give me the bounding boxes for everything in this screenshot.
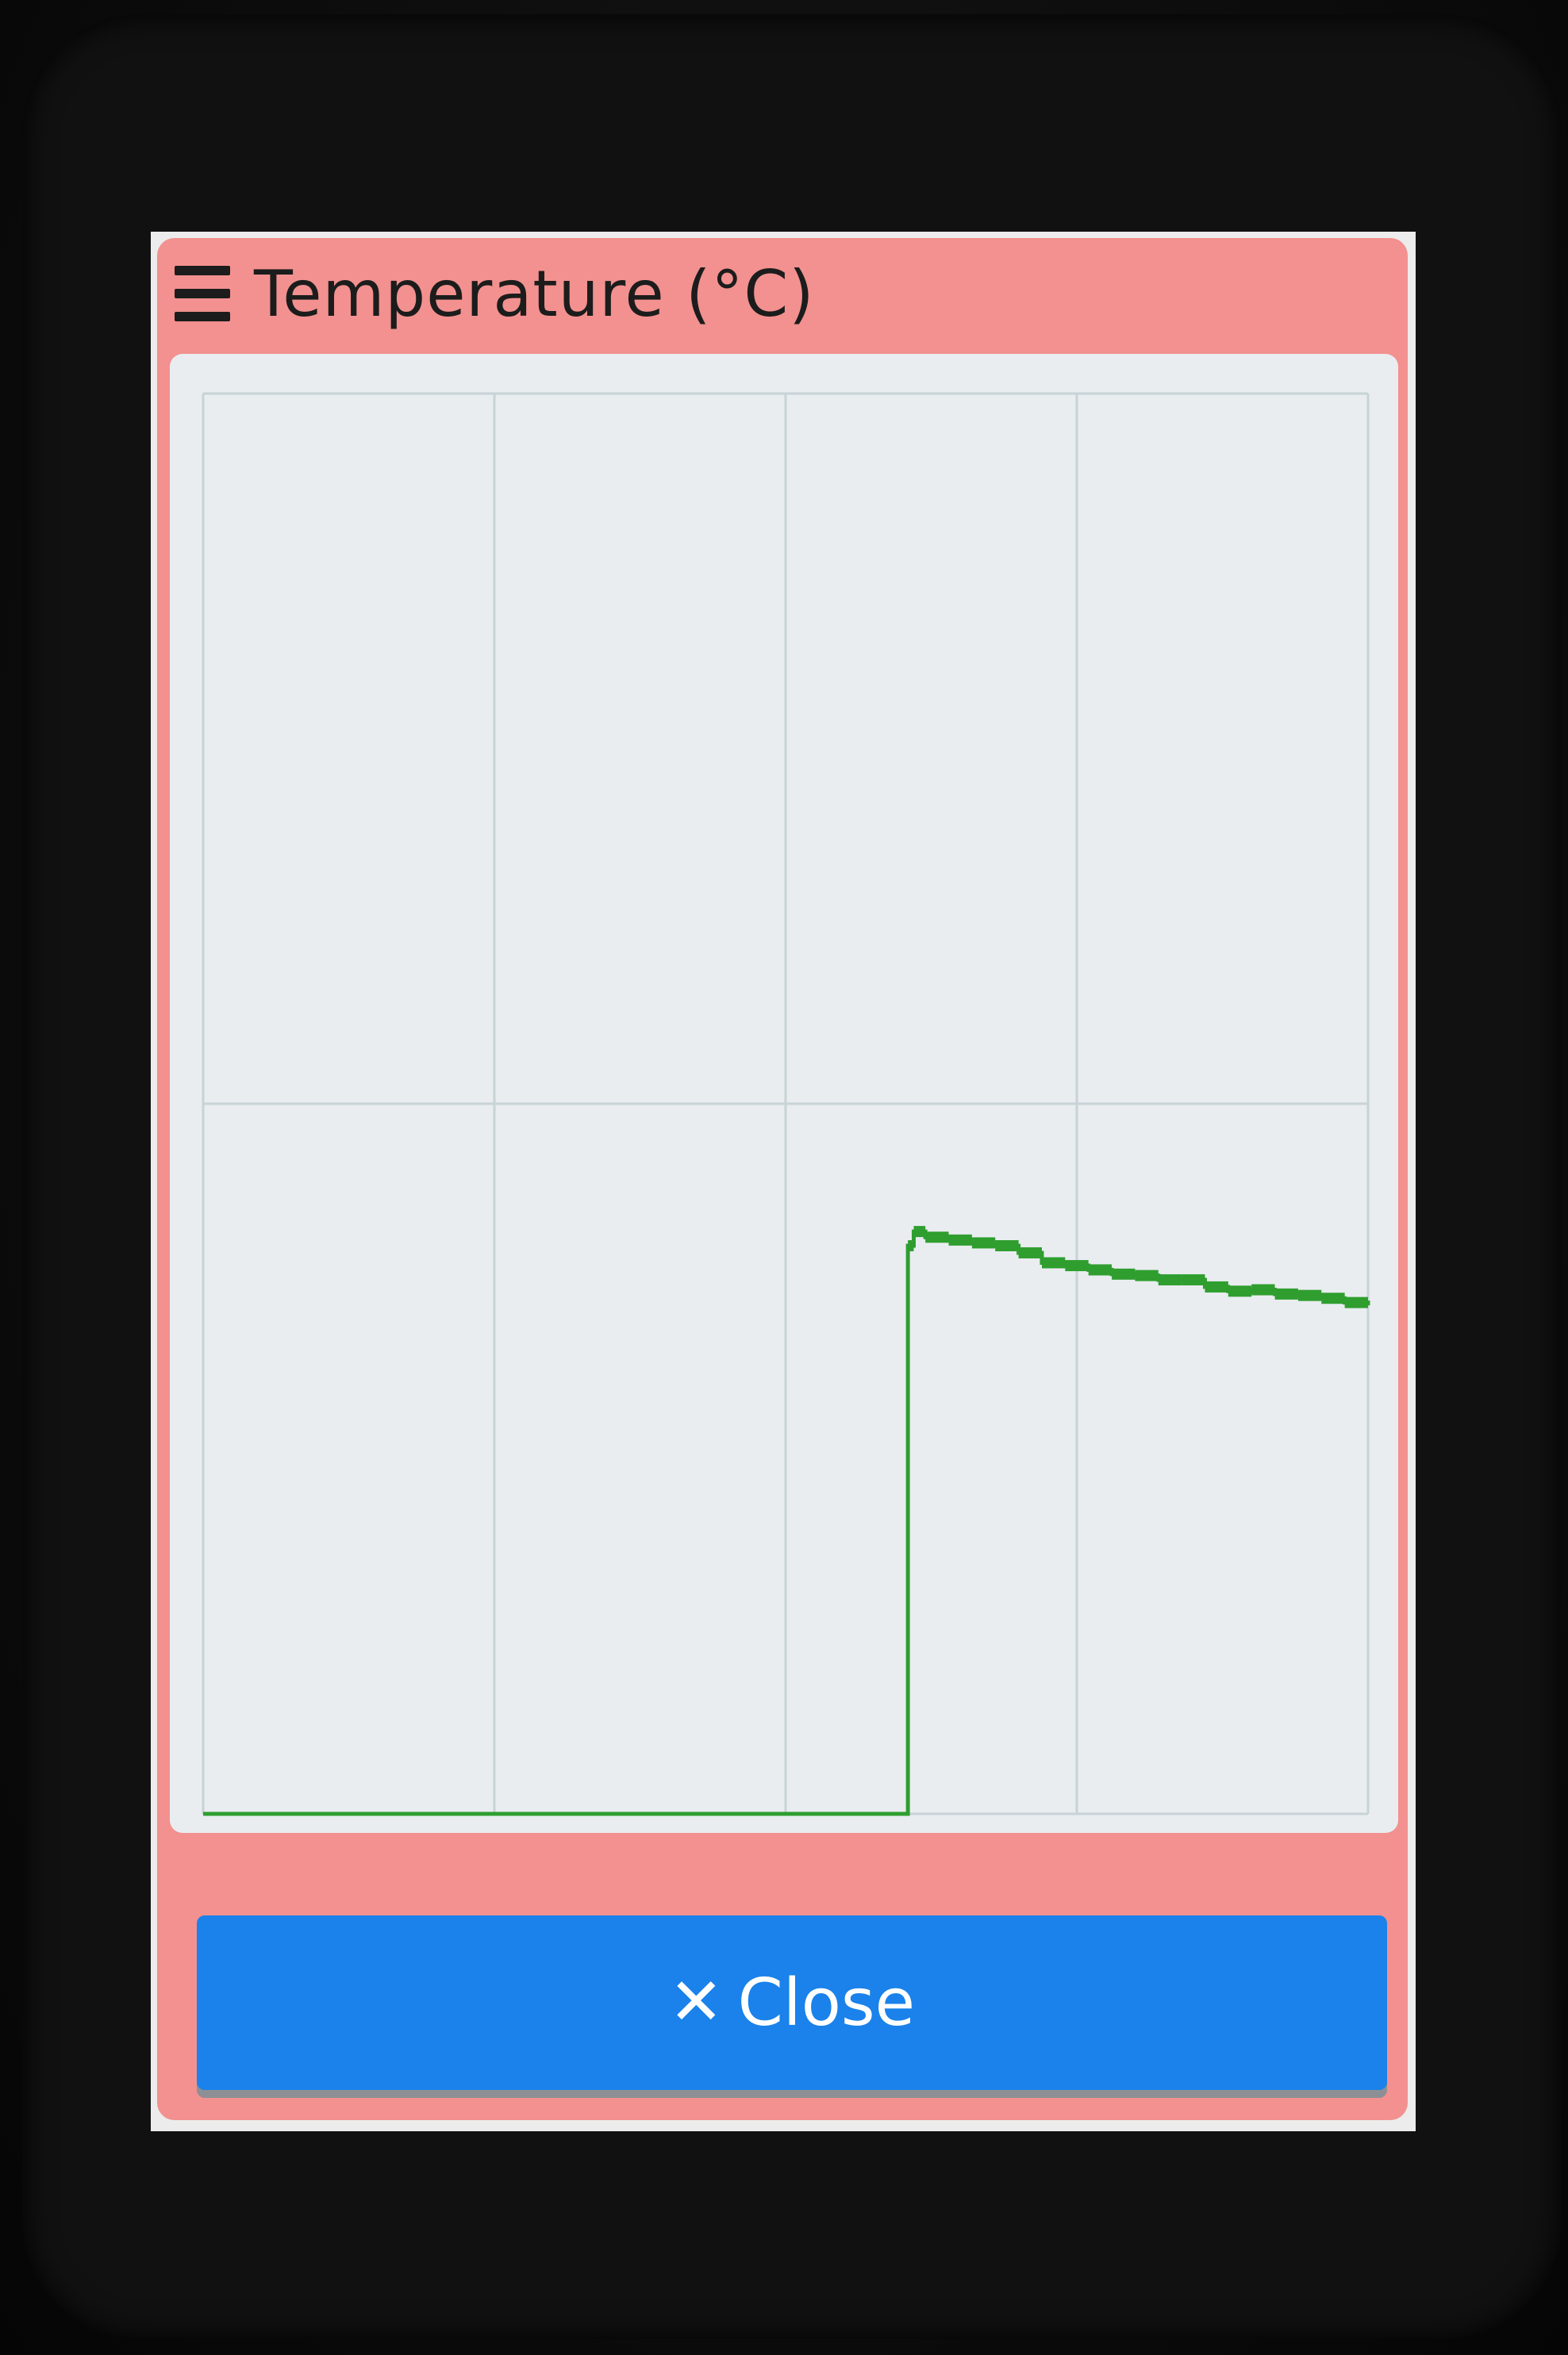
series-point [1088, 1264, 1113, 1276]
series-point [1182, 1274, 1205, 1285]
series-point [908, 1240, 914, 1251]
series-point [995, 1240, 1019, 1251]
close-x-icon: ✕ [668, 1965, 724, 2040]
series-point [1158, 1274, 1182, 1285]
title-bar: Temperature (°C) [157, 238, 1408, 349]
temperature-chart [170, 354, 1398, 1833]
close-button[interactable]: ✕ Close [197, 1915, 1387, 2090]
device-frame: Temperature (°C) ✕ Close [0, 0, 1568, 2355]
series-point [1041, 1257, 1066, 1269]
series-point [1112, 1268, 1136, 1280]
series-point [1065, 1260, 1089, 1272]
temperature-panel: Temperature (°C) ✕ Close [157, 238, 1408, 2120]
series-point [1228, 1285, 1252, 1297]
series-point [1321, 1293, 1345, 1304]
chart-svg [202, 392, 1370, 1816]
series-point [913, 1226, 926, 1238]
series-point [1135, 1270, 1159, 1281]
display-screen: Temperature (°C) ✕ Close [151, 232, 1416, 2131]
series-point [1205, 1281, 1228, 1293]
hamburger-menu-icon[interactable] [175, 266, 230, 321]
series-point [948, 1234, 972, 1246]
close-button-label: Close [737, 1965, 916, 2041]
series-point [1344, 1297, 1368, 1308]
page-title: Temperature (°C) [254, 256, 815, 331]
series-point [971, 1237, 996, 1249]
series-point [1251, 1284, 1275, 1296]
series-point [1297, 1289, 1322, 1301]
series-point [1274, 1288, 1298, 1300]
series-point [1018, 1247, 1042, 1258]
series-point [925, 1231, 949, 1243]
